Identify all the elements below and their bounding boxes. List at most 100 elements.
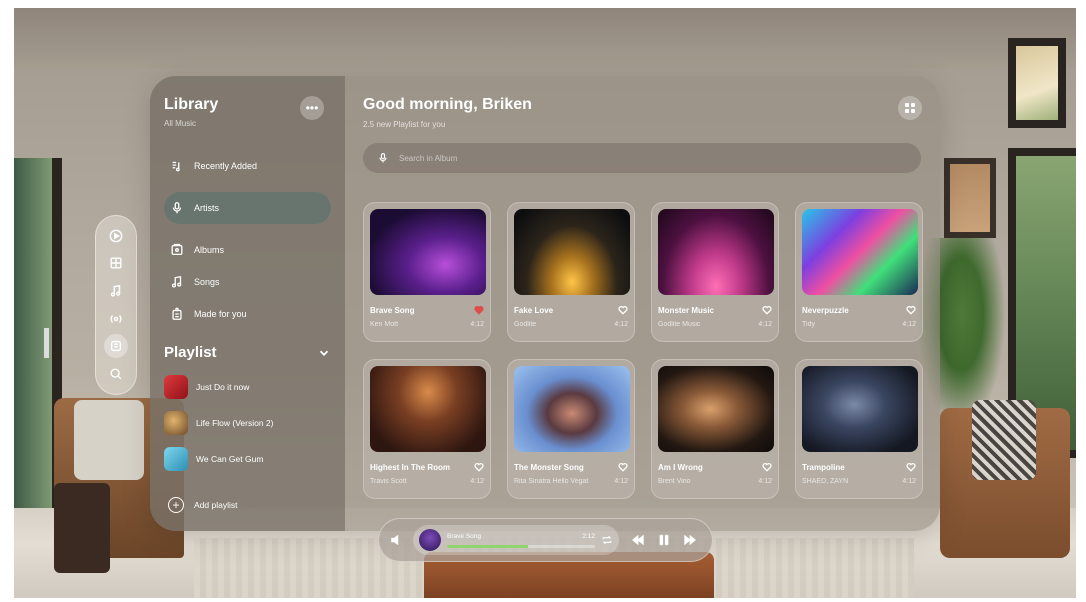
cushion-right <box>972 400 1036 480</box>
heart-outline-icon[interactable] <box>762 305 772 315</box>
nav-play-button[interactable] <box>104 224 128 248</box>
music-note-icon <box>110 285 121 297</box>
playlist-label: Life Flow (Version 2) <box>196 418 274 428</box>
card-duration: 4:12 <box>902 478 916 485</box>
playlist-thumbnail <box>164 411 188 435</box>
card-duration: 4:12 <box>614 478 628 485</box>
album-card[interactable]: Trampoline SHAED, ZAYN 4:12 <box>795 359 923 499</box>
stool-left <box>54 483 110 573</box>
music-note-icon <box>171 275 182 288</box>
album-card[interactable]: Am I Wrong Brent Vino 4:12 <box>651 359 779 499</box>
progress-bar[interactable] <box>447 544 595 548</box>
playlist-item[interactable]: We Can Get Gum <box>164 441 331 477</box>
cushion-left <box>74 400 144 480</box>
add-playlist-button[interactable]: + Add playlist <box>168 497 237 513</box>
card-artist: SHAED, ZAYN <box>802 478 849 485</box>
ceiling <box>14 8 1076 68</box>
album-card[interactable]: The Monster Song Rita Sinatra Hello Vega… <box>507 359 635 499</box>
sidebar-item-artists[interactable]: Artists <box>164 192 331 224</box>
card-title: Neverpuzzle <box>802 305 849 315</box>
playlist-label: We Can Get Gum <box>196 454 264 464</box>
playlist-title: Playlist <box>164 344 217 361</box>
sidebar-item-songs[interactable]: Songs <box>164 266 331 298</box>
sidebar-item-label: Recently Added <box>194 161 258 171</box>
heart-filled-icon[interactable] <box>474 305 484 315</box>
greeting-title: Good morning, Briken <box>363 96 532 113</box>
card-title: Monster Music <box>658 305 715 315</box>
ellipsis-icon: ••• <box>305 101 319 115</box>
pause-icon[interactable] <box>657 533 671 547</box>
sidebar-item-recently-added[interactable]: Recently Added <box>164 150 331 182</box>
nav-library-button[interactable] <box>104 334 128 359</box>
heart-outline-icon[interactable] <box>906 462 916 472</box>
search-bar[interactable] <box>363 143 921 173</box>
add-playlist-label: Add playlist <box>194 500 238 510</box>
sidebar-item-made-for-you[interactable]: Made for you <box>164 298 331 330</box>
album-art <box>514 366 630 452</box>
card-artist: Ken Mott <box>370 321 399 328</box>
card-duration: 4:12 <box>758 478 772 485</box>
playlist-item[interactable]: Just Do it now <box>164 369 331 405</box>
sidebar-item-albums[interactable]: Albums <box>164 234 331 266</box>
album-card[interactable]: Brave Song Ken Mott 4:12 <box>363 202 491 342</box>
volume-icon[interactable] <box>389 533 403 547</box>
playlist-thumbnail <box>164 447 188 471</box>
card-title: Brave Song <box>370 305 415 315</box>
playlist-label: Just Do it now <box>196 382 250 392</box>
card-artist: Godlite <box>514 321 537 328</box>
album-card[interactable]: Fake Love Godlite 4:12 <box>507 202 635 342</box>
card-artist: Godlite Music <box>658 321 701 328</box>
card-duration: 4:12 <box>470 478 484 485</box>
window-top-right <box>1008 38 1066 128</box>
grid-icon <box>110 257 122 269</box>
next-icon[interactable] <box>683 533 697 547</box>
repeat-icon[interactable] <box>601 534 613 546</box>
card-duration: 4:12 <box>470 321 484 328</box>
sidebar-item-label: Artists <box>194 203 220 213</box>
nav-radio-button[interactable] <box>104 307 128 331</box>
main-content: Good morning, Briken 2.5 new Playlist fo… <box>345 76 940 531</box>
album-art <box>658 366 774 452</box>
album-art <box>658 209 774 295</box>
playlist-list: Just Do it now Life Flow (Version 2) We … <box>164 369 331 477</box>
album-art <box>802 209 918 295</box>
now-playing-title: Brave Song <box>447 532 481 540</box>
album-card[interactable]: Monster Music Godlite Music 4:12 <box>651 202 779 342</box>
heart-outline-icon[interactable] <box>618 462 628 472</box>
now-playing-thumbnail <box>419 529 441 551</box>
view-grid-button[interactable] <box>898 96 922 120</box>
previous-icon[interactable] <box>631 533 645 547</box>
card-title: Highest In The Room <box>370 462 450 472</box>
card-duration: 4:12 <box>758 321 772 328</box>
sidebar-item-label: Songs <box>194 277 220 287</box>
album-art <box>802 366 918 452</box>
card-title: Trampoline <box>802 462 845 472</box>
heart-outline-icon[interactable] <box>618 305 628 315</box>
sidebar-item-label: Albums <box>194 245 225 255</box>
nav-music-button[interactable] <box>104 279 128 303</box>
music-app-window: Library All Music ••• Recently Added Art… <box>150 76 940 531</box>
now-playing[interactable]: Brave Song 2:12 <box>413 525 619 555</box>
card-duration: 4:12 <box>614 321 628 328</box>
heart-outline-icon[interactable] <box>474 462 484 472</box>
made-for-you-icon <box>172 307 182 320</box>
recently-added-icon <box>172 161 180 172</box>
now-playing-time: 2:12 <box>582 532 595 540</box>
playlist-header[interactable]: Playlist <box>164 344 331 361</box>
progress-fill <box>447 544 529 548</box>
album-icon <box>171 243 183 256</box>
playlist-item[interactable]: Life Flow (Version 2) <box>164 405 331 441</box>
album-card[interactable]: Highest In The Room Travis Scott 4:12 <box>363 359 491 499</box>
more-options-button[interactable]: ••• <box>300 96 324 120</box>
card-artist: Tidy <box>802 321 815 328</box>
album-art <box>370 209 486 295</box>
nav-search-button[interactable] <box>104 362 128 386</box>
nav-grid-button[interactable] <box>104 251 128 275</box>
heart-outline-icon[interactable] <box>906 305 916 315</box>
album-card[interactable]: Neverpuzzle Tidy 4:12 <box>795 202 923 342</box>
card-artist: Travis Scott <box>370 478 407 485</box>
heart-outline-icon[interactable] <box>762 462 772 472</box>
radio-icon <box>110 314 122 323</box>
album-art <box>514 209 630 295</box>
search-input[interactable] <box>399 153 879 163</box>
